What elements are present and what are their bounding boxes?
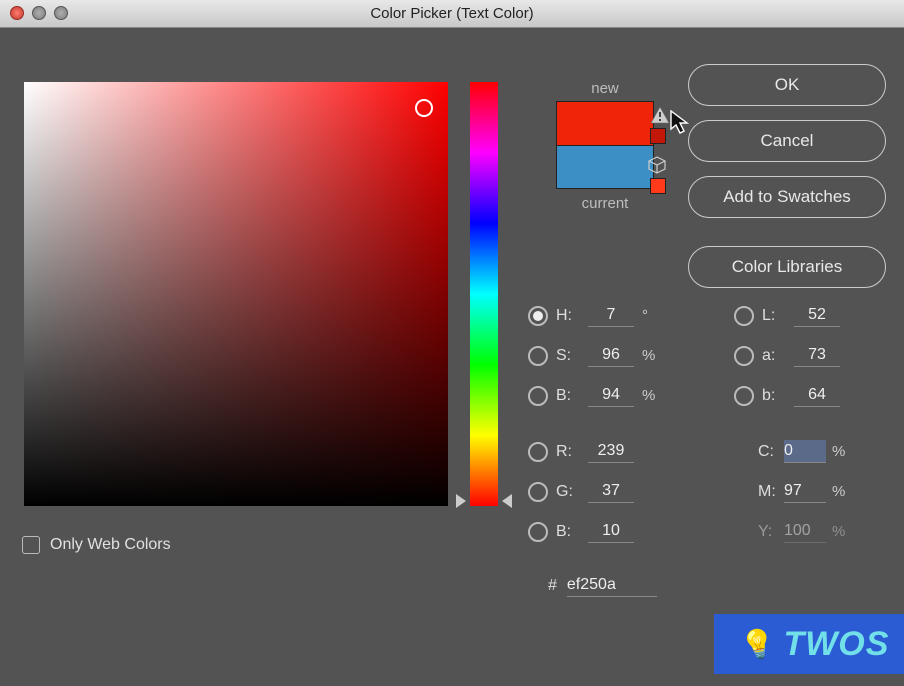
radio-l[interactable] bbox=[734, 306, 754, 326]
l-label: L: bbox=[762, 307, 786, 325]
c-label: C: bbox=[758, 443, 778, 461]
hue-slider-handle-left[interactable] bbox=[456, 494, 466, 508]
radio-a[interactable] bbox=[734, 346, 754, 366]
hue-slider[interactable] bbox=[470, 82, 498, 506]
h-label: H: bbox=[556, 307, 580, 325]
color-field[interactable] bbox=[24, 82, 448, 506]
radio-h[interactable] bbox=[528, 306, 548, 326]
m-label: M: bbox=[758, 483, 778, 501]
y-unit: % bbox=[832, 523, 848, 540]
gamut-warning-swatch[interactable] bbox=[650, 128, 666, 144]
window-minimize-button[interactable] bbox=[32, 6, 46, 20]
hex-input[interactable] bbox=[567, 574, 657, 597]
b-rgb-label: B: bbox=[556, 523, 580, 541]
b-rgb-input[interactable] bbox=[588, 520, 634, 543]
lightbulb-icon: 💡 bbox=[738, 624, 779, 664]
new-color-swatch bbox=[556, 101, 654, 145]
current-color-swatch[interactable] bbox=[556, 145, 654, 189]
h-unit: ° bbox=[642, 307, 658, 324]
s-label: S: bbox=[556, 347, 580, 365]
m-unit: % bbox=[832, 483, 848, 500]
watermark-text: TWOS bbox=[783, 625, 889, 664]
window-zoom-button[interactable] bbox=[54, 6, 68, 20]
title-bar: Color Picker (Text Color) bbox=[0, 0, 904, 28]
c-input[interactable] bbox=[784, 440, 826, 463]
s-unit: % bbox=[642, 347, 658, 364]
radio-r[interactable] bbox=[528, 442, 548, 462]
watermark-logo: 💡 TWOS bbox=[714, 614, 904, 674]
new-label: new bbox=[540, 80, 670, 97]
window-close-button[interactable] bbox=[10, 6, 24, 20]
hue-slider-handle-right[interactable] bbox=[502, 494, 512, 508]
websafe-swatch[interactable] bbox=[650, 178, 666, 194]
a-input[interactable] bbox=[794, 344, 840, 367]
color-field-cursor[interactable] bbox=[415, 99, 433, 117]
b-hsb-label: B: bbox=[556, 387, 580, 405]
add-to-swatches-button[interactable]: Add to Swatches bbox=[688, 176, 886, 218]
l-input[interactable] bbox=[794, 304, 840, 327]
b-hsb-unit: % bbox=[642, 387, 658, 404]
only-web-colors-label: Only Web Colors bbox=[50, 536, 171, 554]
gamut-warning-icon[interactable] bbox=[650, 106, 670, 124]
s-input[interactable] bbox=[588, 344, 634, 367]
window-title: Color Picker (Text Color) bbox=[0, 0, 904, 28]
radio-s[interactable] bbox=[528, 346, 548, 366]
ok-button[interactable]: OK bbox=[688, 64, 886, 106]
g-input[interactable] bbox=[588, 480, 634, 503]
r-label: R: bbox=[556, 443, 580, 461]
cancel-button[interactable]: Cancel bbox=[688, 120, 886, 162]
r-input[interactable] bbox=[588, 440, 634, 463]
hex-label: # bbox=[548, 577, 557, 595]
g-label: G: bbox=[556, 483, 580, 501]
radio-b-hsb[interactable] bbox=[528, 386, 548, 406]
y-input[interactable] bbox=[784, 520, 826, 543]
websafe-cube-icon[interactable] bbox=[648, 156, 666, 174]
color-libraries-button[interactable]: Color Libraries bbox=[688, 246, 886, 288]
b-lab-label: b: bbox=[762, 387, 786, 405]
dialog-panel: new current OK Cancel Add to Swatches Co… bbox=[0, 28, 904, 686]
b-lab-input[interactable] bbox=[794, 384, 840, 407]
h-input[interactable] bbox=[588, 304, 634, 327]
radio-g[interactable] bbox=[528, 482, 548, 502]
radio-b-rgb[interactable] bbox=[528, 522, 548, 542]
b-hsb-input[interactable] bbox=[588, 384, 634, 407]
current-label: current bbox=[540, 195, 670, 212]
only-web-colors-checkbox[interactable] bbox=[22, 536, 40, 554]
c-unit: % bbox=[832, 443, 848, 460]
a-label: a: bbox=[762, 347, 786, 365]
m-input[interactable] bbox=[784, 480, 826, 503]
y-label: Y: bbox=[758, 523, 778, 541]
radio-b-lab[interactable] bbox=[734, 386, 754, 406]
